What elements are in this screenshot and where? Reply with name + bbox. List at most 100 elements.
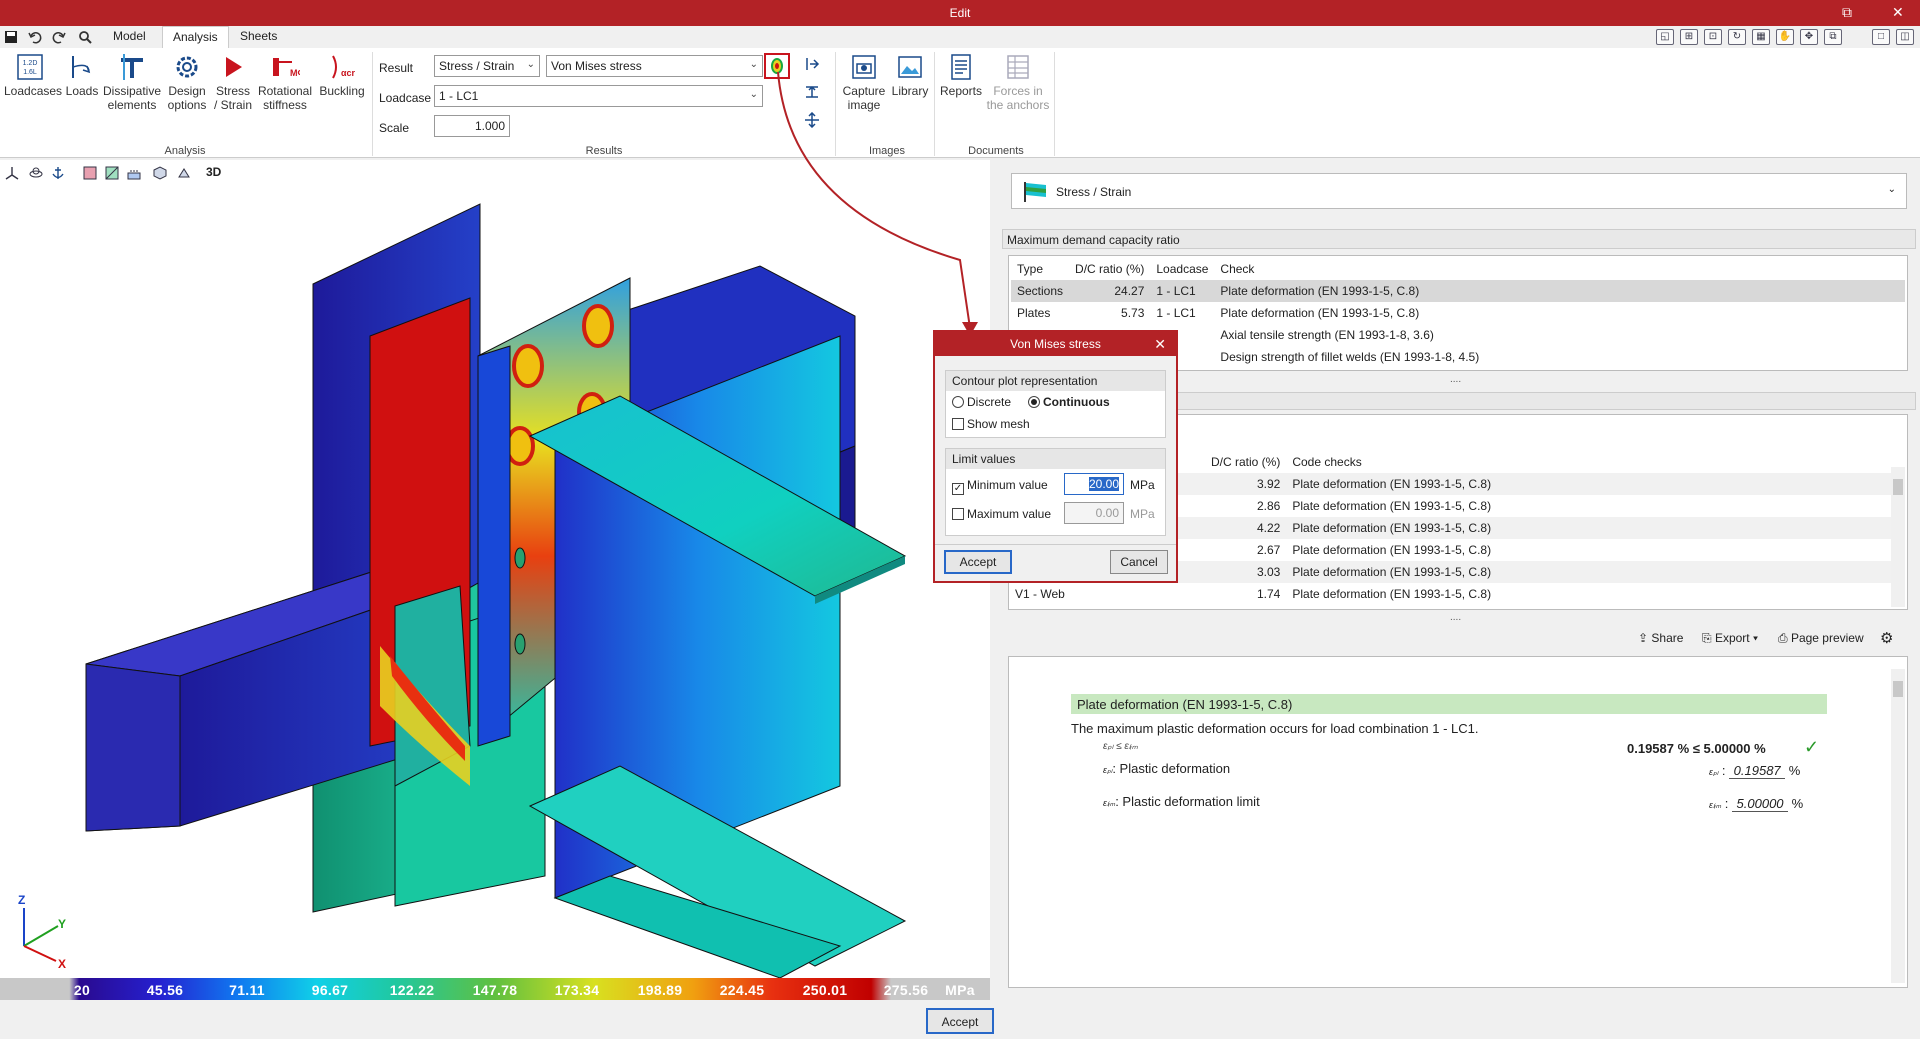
- orbit-icon[interactable]: [28, 165, 44, 181]
- copy-view-icon[interactable]: ⧉: [1824, 29, 1842, 45]
- view-fit-icon[interactable]: ◱: [1656, 29, 1674, 45]
- legend-value: 71.11: [229, 982, 265, 998]
- pd-label: : Plastic deformation: [1112, 761, 1231, 776]
- radio-on-icon: [1028, 396, 1040, 408]
- axes-icon[interactable]: [4, 165, 20, 181]
- search-icon[interactable]: [78, 30, 92, 44]
- loadcases-button[interactable]: 1.2D 1.6L Loadcases: [4, 52, 62, 98]
- close-window-button[interactable]: ✕: [1892, 4, 1904, 21]
- save-icon[interactable]: [4, 30, 18, 44]
- table-cell: Plates: [1017, 306, 1051, 320]
- solid-icon[interactable]: [152, 165, 168, 181]
- report-line: The maximum plastic deformation occurs f…: [1071, 721, 1479, 736]
- report-title: Plate deformation (EN 1993-1-5, C.8): [1071, 694, 1827, 714]
- share-label: Share: [1651, 631, 1684, 645]
- close-icon[interactable]: ✕: [1154, 336, 1166, 353]
- tab-sheets[interactable]: Sheets: [230, 26, 287, 48]
- maximum-value-input[interactable]: 0.00: [1064, 502, 1124, 524]
- legend-value: 96.67: [311, 982, 349, 998]
- scale-input[interactable]: 1.000: [434, 115, 510, 137]
- column-header: D/C ratio (%): [1211, 455, 1281, 469]
- 3d-view-button[interactable]: 3D: [206, 165, 221, 179]
- result-subtype-value: Von Mises stress: [551, 59, 642, 73]
- max-ratio-header: Maximum demand capacity ratio: [1002, 229, 1916, 249]
- scrollbar[interactable]: [1891, 467, 1905, 607]
- continuous-radio[interactable]: Continuous: [1028, 395, 1110, 409]
- anchor-icon[interactable]: [50, 165, 66, 181]
- plate-icon[interactable]: [82, 165, 98, 181]
- table-row[interactable]: V1 - Web 1.74 Plate deformation (EN 1993-1…: [1009, 583, 1891, 605]
- discrete-radio[interactable]: Discrete: [952, 395, 1011, 409]
- rotational-stiffness-icon: MΦ: [273, 58, 300, 78]
- maximum-value-checkbox[interactable]: Maximum value: [952, 507, 1051, 521]
- splitter-handle[interactable]: ....: [1450, 374, 1461, 385]
- result-subtype-select[interactable]: Von Mises stress ⌄: [546, 55, 763, 77]
- stress-strain-label: Stress / Strain: [213, 84, 252, 112]
- pan-hand-icon[interactable]: ✋: [1776, 29, 1794, 45]
- check-icon: ✓: [1804, 737, 1820, 757]
- page-preview-button[interactable]: ⎙ Page preview: [1778, 631, 1864, 646]
- table-cell: Plate deformation (EN 1993-1-5, C.8): [1292, 543, 1492, 557]
- loadcase-select[interactable]: 1 - LC1 ⌄: [434, 85, 763, 107]
- undo-icon[interactable]: [28, 30, 42, 44]
- table-cell: Axial tensile strength (EN 1993-1-8, 3.6…: [1220, 328, 1434, 342]
- zoom-window-icon[interactable]: ⊞: [1680, 29, 1698, 45]
- lim-value-row: εₗᵢₘ : 5.00000 %: [1709, 796, 1804, 812]
- tab-model[interactable]: Model: [103, 26, 156, 48]
- move-icon[interactable]: ✥: [1800, 29, 1818, 45]
- dissipative-elements-button[interactable]: Dissipative elements: [102, 52, 162, 112]
- accept-button[interactable]: Accept: [926, 1008, 994, 1034]
- gear-icon[interactable]: ⚙: [1880, 629, 1893, 647]
- mesh-icon[interactable]: [104, 165, 120, 181]
- column-header: Type: [1017, 262, 1044, 276]
- view-type-select[interactable]: Stress / Strain ⌄: [1011, 173, 1907, 209]
- min-label: Minimum value: [967, 478, 1048, 492]
- tab-analysis[interactable]: Analysis: [162, 26, 229, 48]
- table-cell: Sections: [1017, 284, 1064, 298]
- legend-value: 250.01: [802, 982, 848, 998]
- weld-icon[interactable]: [126, 165, 142, 181]
- ribbon-divider: [1054, 52, 1055, 156]
- stress-strain-button[interactable]: Stress / Strain: [213, 52, 253, 112]
- minimum-value-input[interactable]: 20.00: [1064, 473, 1124, 495]
- restore-button[interactable]: ⧉: [1842, 4, 1852, 21]
- buckling-button[interactable]: αcr Buckling: [316, 52, 368, 98]
- table-cell: Plate deformation (EN 1993-1-5, C.8): [1292, 499, 1492, 513]
- result-label: Result: [379, 61, 414, 75]
- table-row[interactable]: Plates 5.73 1 - LC1 Plate deformation (EN 1…: [1011, 302, 1905, 324]
- flag-icon: [1024, 182, 1046, 202]
- loadcases-icon: 1.2D 1.6L: [17, 54, 43, 80]
- minimum-value-checkbox[interactable]: ✓ Minimum value: [952, 478, 1048, 495]
- splitter-handle[interactable]: ....: [1450, 612, 1461, 623]
- dialog-accept-button[interactable]: Accept: [944, 550, 1012, 574]
- zoom-icon[interactable]: ⊡: [1704, 29, 1722, 45]
- loads-button[interactable]: Loads: [62, 52, 102, 98]
- export-button[interactable]: ⎘ Export ▾: [1702, 631, 1758, 646]
- rotational-stiffness-button[interactable]: MΦ Rotational stiffness: [256, 52, 314, 112]
- pd-unit: %: [1788, 763, 1801, 778]
- redo-icon[interactable]: [52, 30, 66, 44]
- forces-anchors-label: Forces in the anchors: [986, 84, 1050, 112]
- split-view-icon[interactable]: ◫: [1896, 29, 1914, 45]
- loadcases-label: Loadcases: [4, 84, 63, 98]
- table-row[interactable]: Sections 24.27 1 - LC1 Plate deformation (E…: [1011, 280, 1905, 302]
- result-select-value: Stress / Strain: [439, 59, 515, 73]
- share-button[interactable]: ⇪ Share: [1638, 631, 1683, 645]
- design-options-button[interactable]: Design options: [164, 52, 210, 112]
- single-view-icon[interactable]: □: [1872, 29, 1890, 45]
- chevron-down-icon: ⌄: [749, 89, 758, 100]
- show-mesh-label: Show mesh: [967, 417, 1030, 431]
- scrollbar[interactable]: [1891, 669, 1905, 983]
- bolt-icon[interactable]: [176, 165, 192, 181]
- grid-icon[interactable]: ▦: [1752, 29, 1770, 45]
- result-select[interactable]: Stress / Strain ⌄: [434, 55, 540, 77]
- rotate-icon[interactable]: ↻: [1728, 29, 1746, 45]
- lim-value: 5.00000: [1732, 796, 1789, 812]
- radio-off-icon: [952, 396, 964, 408]
- dialog-cancel-button[interactable]: Cancel: [1110, 550, 1168, 574]
- legend-value: 122.22: [389, 982, 435, 998]
- show-mesh-checkbox[interactable]: Show mesh: [952, 417, 1030, 431]
- table-cell: Plate deformation (EN 1993-1-5, C.8): [1292, 587, 1492, 601]
- buckling-label: Buckling: [319, 84, 365, 98]
- table-cell: Design strength of fillet welds (EN 1993…: [1220, 350, 1480, 364]
